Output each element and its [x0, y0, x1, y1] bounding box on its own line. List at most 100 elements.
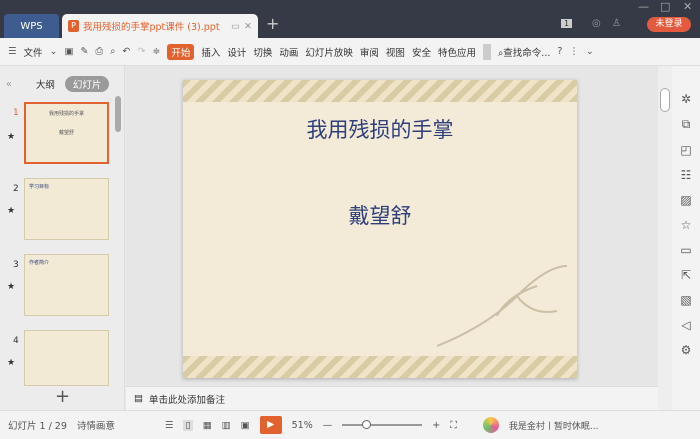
zoom-slider[interactable] — [342, 420, 423, 429]
share-icon[interactable]: ⇱ — [681, 268, 691, 282]
search-command[interactable]: ⌕查找命令... — [498, 45, 550, 59]
reading-view-icon[interactable]: ▥ — [222, 420, 231, 431]
new-tab-button[interactable]: + — [266, 14, 279, 33]
right-sidebar: ✲ ⧉ ◰ ☷ ▨ ☆ ▭ ⇱ ▧ ◁ ⚙ — [672, 66, 700, 410]
tab-security[interactable]: 安全 — [412, 45, 431, 59]
slide-number: 4 — [13, 336, 19, 346]
save-icon[interactable]: ▣ — [65, 46, 74, 57]
gallery-icon[interactable]: ▨ — [680, 193, 691, 207]
user-avatar[interactable] — [482, 417, 499, 433]
tab-view[interactable]: 视图 — [386, 45, 405, 59]
redo-icon[interactable]: ↷ — [137, 46, 145, 57]
more-icon[interactable]: ⋮ — [569, 46, 579, 57]
animation-star-icon: ★ — [7, 282, 16, 292]
chevron-down-icon[interactable]: ⌄ — [50, 46, 58, 57]
box-icon[interactable]: ▭ — [680, 243, 691, 257]
zoom-slider-handle[interactable] — [362, 420, 372, 429]
fit-window-icon[interactable]: ⛶ — [450, 420, 457, 431]
format-painter-icon[interactable]: ✎ — [81, 46, 89, 57]
thumb-title: 作者简介 — [29, 260, 50, 266]
star-settings-icon[interactable]: ✲ — [681, 92, 691, 106]
tab-outline[interactable]: 大纲 — [36, 77, 55, 91]
slide-thumbnail[interactable]: 学习目标 — [24, 178, 109, 240]
slide-panel: « 大纲 幻灯片 1 ★ 我用残损的手掌 戴望舒 2 ★ 学习目标 3 ★ 作者… — [0, 66, 125, 410]
tab-insert[interactable]: 插入 — [201, 45, 220, 59]
add-slide-button[interactable]: + — [0, 386, 125, 410]
menu-icon[interactable]: ☰ — [8, 46, 17, 57]
user-status[interactable]: 我是金村丨暂时休眠... — [509, 419, 599, 432]
sliders-icon[interactable]: ☷ — [681, 168, 692, 182]
vertical-scrollbar[interactable] — [658, 66, 672, 410]
close-window-icon[interactable]: ✕ — [683, 0, 692, 13]
normal-view-icon[interactable]: ▯ — [183, 419, 193, 431]
skin-icon[interactable]: ◎ — [592, 18, 601, 29]
zoom-level[interactable]: 51% — [292, 420, 313, 431]
wps-home-tab[interactable]: WPS — [4, 14, 59, 38]
slide[interactable]: 我用残损的手掌 戴望舒 — [183, 80, 577, 378]
file-menu[interactable]: 文件 — [24, 45, 43, 59]
customize-icon[interactable]: ≑ — [152, 46, 160, 57]
login-button[interactable]: 未登录 — [647, 17, 691, 32]
copy-icon[interactable]: ⧉ — [682, 117, 691, 132]
sound-icon[interactable]: ◁ — [681, 318, 690, 332]
zoom-in-button[interactable]: + — [432, 420, 440, 431]
tab-transition[interactable]: 切换 — [253, 45, 272, 59]
notes-placeholder[interactable]: 单击此处添加备注 — [149, 392, 225, 406]
print-icon[interactable]: ⎙ — [95, 46, 103, 57]
theme-name[interactable]: 诗情画意 — [77, 418, 115, 432]
play-slideshow-button[interactable]: ▶ — [259, 416, 282, 434]
window-count-badge[interactable]: 1 — [561, 19, 573, 28]
help-button[interactable]: ? — [557, 46, 562, 57]
scrollbar-thumb[interactable] — [660, 88, 670, 112]
presenter-icon[interactable]: ▣ — [241, 420, 250, 431]
zoom-out-button[interactable]: — — [323, 420, 333, 431]
document-tab[interactable]: P 我用残损的手掌ppt课件 (3).ppt ▭ ✕ — [62, 14, 258, 38]
slide-thumbnail[interactable] — [24, 330, 109, 386]
settings-icon[interactable]: ⚙ — [681, 343, 692, 357]
tab-slideshow[interactable]: 幻灯片放映 — [305, 45, 353, 59]
document-title: 我用残损的手掌ppt课件 (3).ppt — [83, 22, 220, 33]
shirt-icon[interactable]: ♙ — [612, 18, 621, 29]
panel-scrollbar[interactable] — [115, 96, 121, 132]
tab-slides[interactable]: 幻灯片 — [64, 76, 110, 92]
star-icon[interactable]: ☆ — [681, 218, 692, 232]
notes-toggle-icon[interactable]: ☰ — [165, 420, 174, 431]
slide-title[interactable]: 我用残损的手掌 — [183, 114, 577, 144]
slide-number: 1 — [13, 108, 19, 118]
animation-star-icon: ★ — [7, 132, 16, 142]
tab-animation[interactable]: 动画 — [279, 45, 298, 59]
animation-star-icon: ★ — [7, 358, 16, 368]
image-icon[interactable]: ▧ — [680, 293, 691, 307]
close-tab-icon[interactable]: ✕ — [244, 21, 252, 32]
ribbon-toolbar: ☰ 文件 ⌄ ▣ ✎ ⎙ ⌕ ↶ ↷ ≑ 开始 插入 设计 切换 动画 幻灯片放… — [0, 38, 700, 66]
top-border-pattern — [183, 80, 577, 102]
tab-review[interactable]: 审阅 — [360, 45, 379, 59]
bottom-border-pattern — [183, 356, 577, 378]
status-bar: 幻灯片 1 / 29 诗情画意 ☰ ▯ ▦ ▥ ▣ ▶ 51% — + ⛶ 我是… — [0, 410, 700, 439]
maximize-icon[interactable]: □ — [660, 0, 670, 13]
thumb-title: 学习目标 — [29, 184, 50, 190]
ppt-file-icon: P — [68, 20, 79, 32]
slide-thumbnail[interactable]: 我用残损的手掌 戴望舒 — [24, 102, 109, 164]
tab-start[interactable]: 开始 — [167, 43, 195, 60]
monitor-icon[interactable]: ▭ — [231, 21, 240, 32]
notes-icon: ▤ — [134, 393, 143, 404]
search-label: 查找命令... — [503, 47, 551, 59]
scroll-tabs-button[interactable] — [482, 43, 491, 60]
tab-design[interactable]: 设计 — [227, 45, 246, 59]
animation-star-icon: ★ — [7, 206, 16, 216]
undo-icon[interactable]: ↶ — [122, 46, 130, 57]
notes-bar[interactable]: ▤ 单击此处添加备注 — [126, 386, 658, 410]
thumb-subtitle: 戴望舒 — [58, 130, 74, 136]
minimize-icon[interactable]: — — [638, 0, 649, 13]
thumb-title: 我用残损的手掌 — [48, 111, 84, 117]
print-preview-icon[interactable]: ⌕ — [110, 46, 115, 57]
slide-subtitle[interactable]: 戴望舒 — [183, 200, 577, 230]
plum-branch-decoration — [437, 265, 567, 347]
tab-features[interactable]: 特色应用 — [438, 45, 476, 59]
slide-thumbnail[interactable]: 作者简介 — [24, 254, 109, 316]
collapse-ribbon-icon[interactable]: ⌄ — [586, 46, 594, 57]
sorter-view-icon[interactable]: ▦ — [203, 420, 212, 431]
collapse-panel-icon[interactable]: « — [6, 79, 12, 90]
shapes-icon[interactable]: ◰ — [680, 143, 691, 157]
